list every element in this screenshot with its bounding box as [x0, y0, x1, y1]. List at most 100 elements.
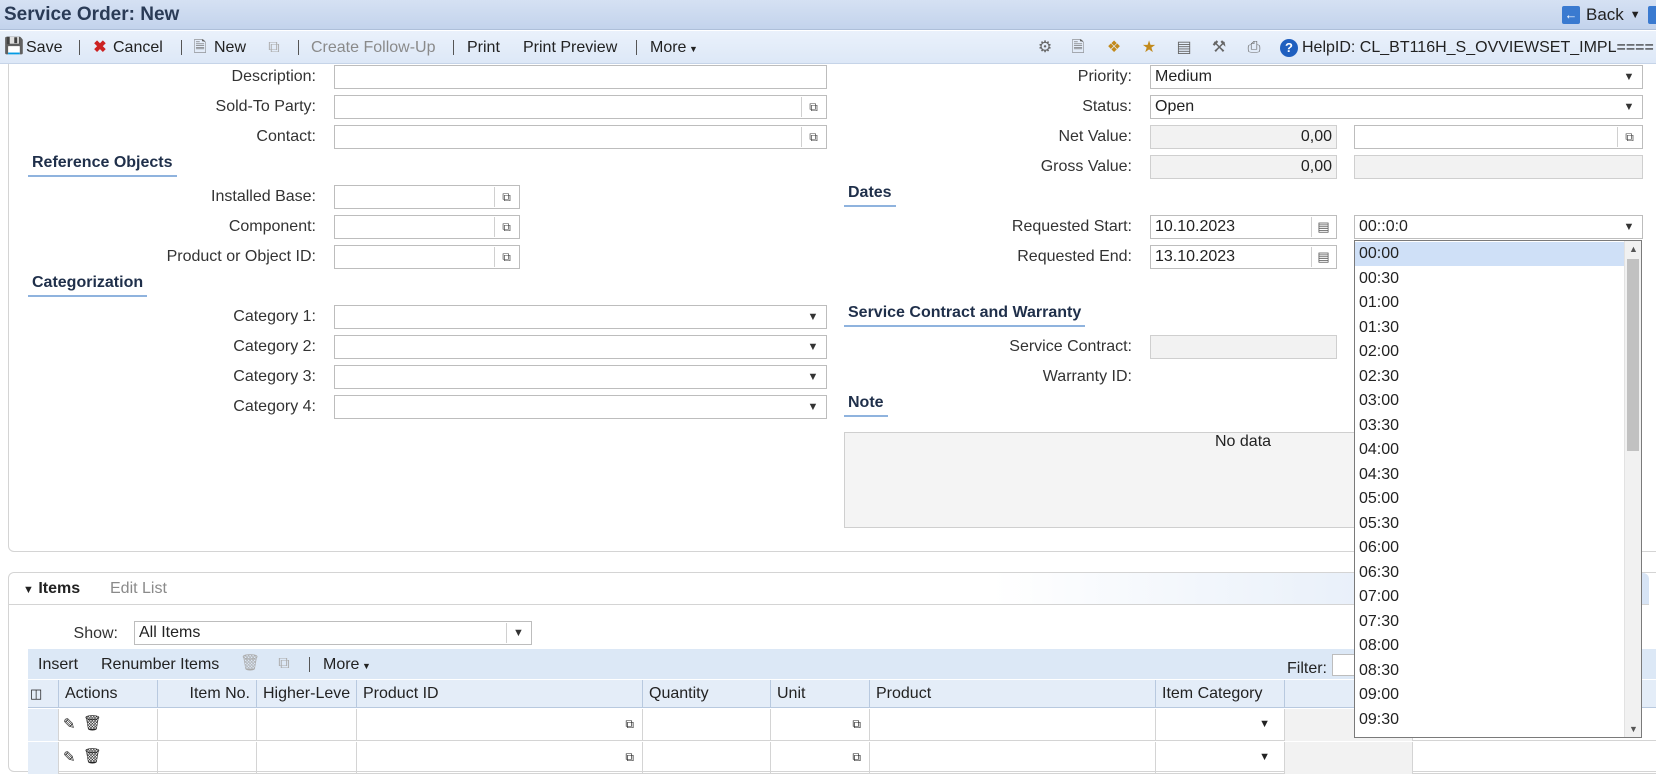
- component-input[interactable]: ⧉: [334, 215, 520, 239]
- print-button[interactable]: Print: [467, 39, 500, 57]
- save-button[interactable]: Save: [26, 39, 62, 57]
- scrollbar-thumb[interactable]: [1627, 259, 1639, 451]
- gear-icon[interactable]: ⚙: [1035, 38, 1055, 58]
- chevron-down-icon[interactable]: ▼: [801, 397, 825, 417]
- time-option[interactable]: 03:00: [1355, 389, 1625, 413]
- category-3-select[interactable]: ▼: [334, 365, 827, 389]
- quantity-cell[interactable]: [643, 742, 771, 774]
- new-button[interactable]: New: [214, 39, 246, 57]
- forward-icon[interactable]: [1648, 6, 1656, 24]
- edit-icon[interactable]: ✎: [63, 715, 76, 733]
- trash-icon[interactable]: 🗑: [83, 714, 102, 732]
- value-help-icon[interactable]: ⧉: [494, 217, 518, 237]
- renumber-items-button[interactable]: Renumber Items: [101, 656, 219, 674]
- value-help-icon[interactable]: ⧉: [1617, 127, 1641, 147]
- column-header[interactable]: Item Category: [1156, 680, 1285, 708]
- product-cell[interactable]: [870, 709, 1156, 741]
- time-option[interactable]: 05:00: [1355, 487, 1625, 511]
- category-2-select[interactable]: ▼: [334, 335, 827, 359]
- time-option[interactable]: 06:30: [1355, 561, 1625, 585]
- item-category-cell[interactable]: ▼: [1156, 709, 1285, 741]
- value-help-icon[interactable]: ⧉: [625, 717, 634, 732]
- product-cell[interactable]: [870, 742, 1156, 774]
- chevron-down-icon[interactable]: ▼: [1617, 67, 1641, 87]
- time-option[interactable]: 02:00: [1355, 340, 1625, 364]
- items-more-button[interactable]: More ▼: [323, 656, 371, 674]
- personalize-document-icon[interactable]: 🗎: [1068, 38, 1088, 58]
- time-option[interactable]: 01:00: [1355, 291, 1625, 315]
- time-option[interactable]: 09:00: [1355, 683, 1625, 707]
- higher-level-cell[interactable]: [257, 742, 357, 774]
- scrollbar[interactable]: ▲ ▼: [1624, 241, 1641, 737]
- time-option[interactable]: 09:30: [1355, 708, 1625, 732]
- chevron-down-icon[interactable]: ▼: [801, 307, 825, 327]
- chevron-down-icon[interactable]: ▼: [1259, 751, 1270, 763]
- insert-button[interactable]: Insert: [38, 656, 78, 674]
- help-icon[interactable]: ?: [1280, 39, 1298, 57]
- requested-end-date-input[interactable]: 13.10.2023 ▤: [1150, 245, 1337, 269]
- trash-icon[interactable]: 🗑: [83, 747, 102, 765]
- time-option[interactable]: 04:30: [1355, 463, 1625, 487]
- time-option[interactable]: 08:00: [1355, 634, 1625, 658]
- column-header[interactable]: Quantity: [643, 680, 771, 708]
- time-option[interactable]: 01:30: [1355, 316, 1625, 340]
- product-id-cell[interactable]: ⧉: [357, 742, 643, 774]
- cancel-button[interactable]: Cancel: [113, 39, 163, 57]
- column-header[interactable]: Unit: [771, 680, 870, 708]
- item-category-cell[interactable]: ▼: [1156, 742, 1285, 774]
- column-header[interactable]: Product ID: [357, 680, 643, 708]
- status-select[interactable]: Open ▼: [1150, 95, 1643, 119]
- net-value-currency-input[interactable]: ⧉: [1354, 125, 1643, 149]
- chevron-down-icon[interactable]: ▼: [801, 367, 825, 387]
- calendar-icon[interactable]: ▤: [1311, 217, 1335, 237]
- more-menu-button[interactable]: More ▼: [650, 39, 698, 57]
- sold-to-party-input[interactable]: ⧉: [334, 95, 827, 119]
- time-option[interactable]: 07:00: [1355, 585, 1625, 609]
- priority-select[interactable]: Medium ▼: [1150, 65, 1643, 89]
- column-header[interactable]: Higher-Leve: [257, 680, 357, 708]
- calendar-icon[interactable]: ▤: [1311, 247, 1335, 267]
- tag-icon[interactable]: ❖: [1104, 38, 1124, 58]
- contact-input[interactable]: ⧉: [334, 125, 827, 149]
- chevron-down-icon[interactable]: ▼: [1617, 97, 1641, 117]
- copy-icon[interactable]: ⧉: [264, 38, 284, 58]
- show-filter-select[interactable]: All Items ▼: [134, 621, 532, 645]
- requested-start-date-input[interactable]: 10.10.2023 ▤: [1150, 215, 1337, 239]
- category-1-select[interactable]: ▼: [334, 305, 827, 329]
- time-option[interactable]: 08:30: [1355, 659, 1625, 683]
- value-help-icon[interactable]: ⧉: [494, 247, 518, 267]
- quantity-cell[interactable]: [643, 709, 771, 741]
- unit-cell[interactable]: ⧉: [771, 742, 870, 774]
- trash-icon[interactable]: 🗑: [240, 654, 260, 674]
- item-no-cell[interactable]: [158, 709, 257, 741]
- category-4-select[interactable]: ▼: [334, 395, 827, 419]
- installed-base-input[interactable]: ⧉: [334, 185, 520, 209]
- value-help-icon[interactable]: ⧉: [852, 717, 861, 732]
- product-id-cell[interactable]: ⧉: [357, 709, 643, 741]
- time-option[interactable]: 02:30: [1355, 365, 1625, 389]
- time-option[interactable]: 00:30: [1355, 267, 1625, 291]
- requested-start-time-select[interactable]: 00::0:0 ▼: [1354, 215, 1643, 239]
- time-option[interactable]: 00:00: [1355, 242, 1625, 266]
- copy-icon[interactable]: ⧉: [274, 654, 294, 674]
- chevron-down-icon[interactable]: ▼: [1259, 718, 1270, 730]
- favorite-star-icon[interactable]: ★: [1139, 38, 1159, 58]
- items-toggle[interactable]: ▼ Items: [23, 580, 80, 598]
- scroll-up-arrow-icon[interactable]: ▲: [1625, 241, 1641, 257]
- description-input[interactable]: [334, 65, 827, 89]
- item-no-cell[interactable]: [158, 742, 257, 774]
- time-option[interactable]: 07:30: [1355, 610, 1625, 634]
- chevron-down-icon[interactable]: ▼: [1617, 217, 1641, 237]
- time-option[interactable]: 04:00: [1355, 438, 1625, 462]
- column-header[interactable]: Item No.: [158, 680, 257, 708]
- chevron-down-icon[interactable]: ▼: [1630, 9, 1641, 21]
- column-header[interactable]: Product: [870, 680, 1156, 708]
- value-help-icon[interactable]: ⧉: [801, 97, 825, 117]
- chevron-down-icon[interactable]: ▼: [801, 337, 825, 357]
- product-object-id-input[interactable]: ⧉: [334, 245, 520, 269]
- printer-icon[interactable]: ⎙: [1244, 38, 1264, 58]
- create-follow-up-button[interactable]: Create Follow-Up: [311, 39, 435, 57]
- higher-level-cell[interactable]: [257, 709, 357, 741]
- edit-icon[interactable]: ✎: [63, 748, 76, 766]
- edit-list-button[interactable]: Edit List: [110, 580, 167, 598]
